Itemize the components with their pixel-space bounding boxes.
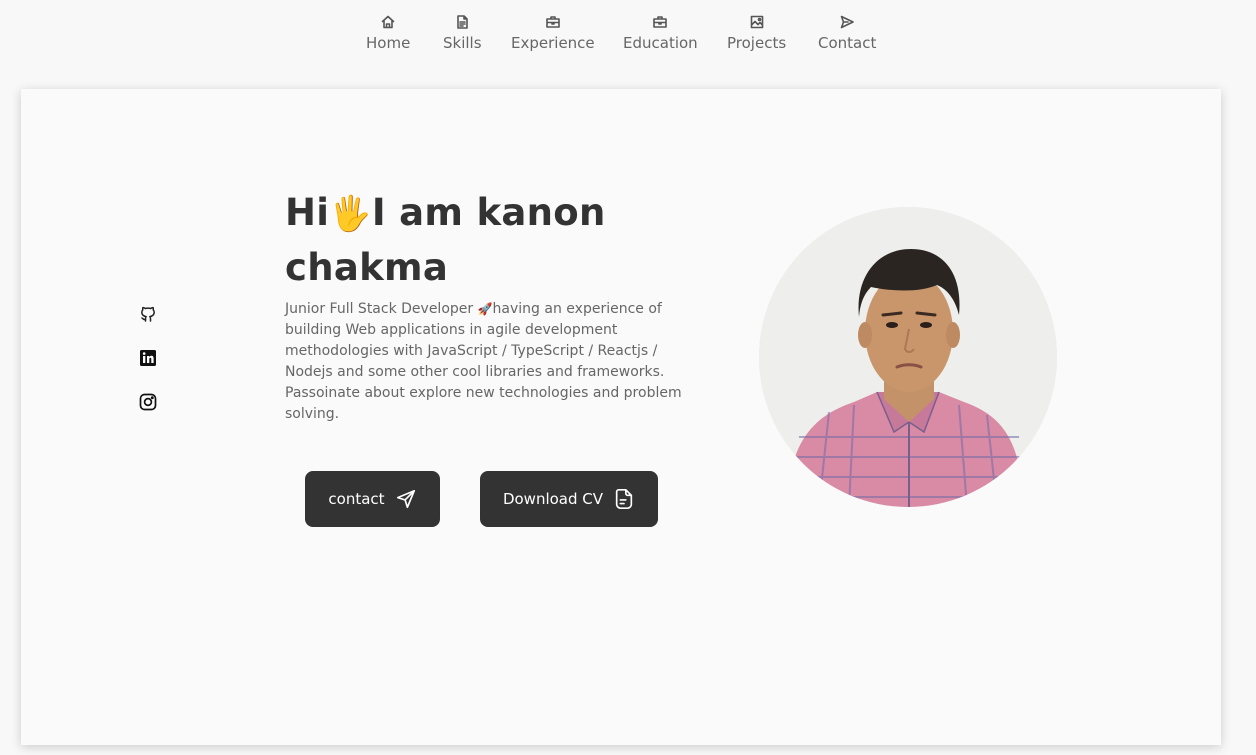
linkedin-link[interactable] xyxy=(138,348,158,368)
contact-button-label: contact xyxy=(328,490,385,508)
download-cv-button[interactable]: Download CV xyxy=(480,471,658,527)
nav-label-skills: Skills xyxy=(443,34,482,52)
instagram-icon xyxy=(139,393,157,411)
rocket-emoji: 🚀 xyxy=(477,302,493,316)
description-part-2: having an experience of building Web app… xyxy=(285,301,682,422)
nav-item-education[interactable]: Education xyxy=(623,14,698,52)
send-icon xyxy=(840,15,854,29)
name-line-2: chakma xyxy=(285,246,449,289)
nav-item-home[interactable]: Home xyxy=(366,14,410,52)
name-line-1: I am kanon xyxy=(371,191,606,234)
nav-item-skills[interactable]: Skills xyxy=(443,14,482,52)
nav-item-contact[interactable]: Contact xyxy=(818,14,876,52)
nav-label-projects: Projects xyxy=(727,34,787,52)
nav-label-experience: Experience xyxy=(511,34,595,52)
linkedin-icon xyxy=(140,350,156,366)
contact-button[interactable]: contact xyxy=(305,471,440,527)
image-icon xyxy=(750,15,763,29)
download-cv-label: Download CV xyxy=(502,490,604,508)
hero-card: Hi🖐I am kanon chakma Junior Full Stack De… xyxy=(21,89,1221,745)
profile-photo xyxy=(759,207,1057,507)
document-icon xyxy=(457,15,469,29)
hero-description: Junior Full Stack Developer 🚀having an e… xyxy=(285,299,685,425)
greeting-text: Hi xyxy=(285,191,330,234)
hero-title: Hi🖐I am kanon chakma xyxy=(285,186,705,295)
top-nav: Home Skills Experience Education Project… xyxy=(0,0,1256,70)
nav-item-experience[interactable]: Experience xyxy=(511,14,595,52)
github-icon xyxy=(141,306,155,322)
github-link[interactable] xyxy=(138,304,158,324)
nav-item-projects[interactable]: Projects xyxy=(727,14,786,52)
send-icon xyxy=(396,489,415,509)
nav-label-home: Home xyxy=(366,34,411,52)
profile-portrait xyxy=(759,207,1057,507)
home-icon xyxy=(381,15,395,29)
description-part-1: Junior Full Stack Developer xyxy=(285,301,478,317)
nav-label-contact: Contact xyxy=(818,34,877,52)
nav-label-education: Education xyxy=(623,34,698,52)
wave-emoji: 🖐 xyxy=(329,194,372,234)
briefcase-icon xyxy=(546,16,560,28)
instagram-link[interactable] xyxy=(138,392,158,412)
file-icon xyxy=(615,489,633,509)
briefcase-icon xyxy=(653,16,668,28)
